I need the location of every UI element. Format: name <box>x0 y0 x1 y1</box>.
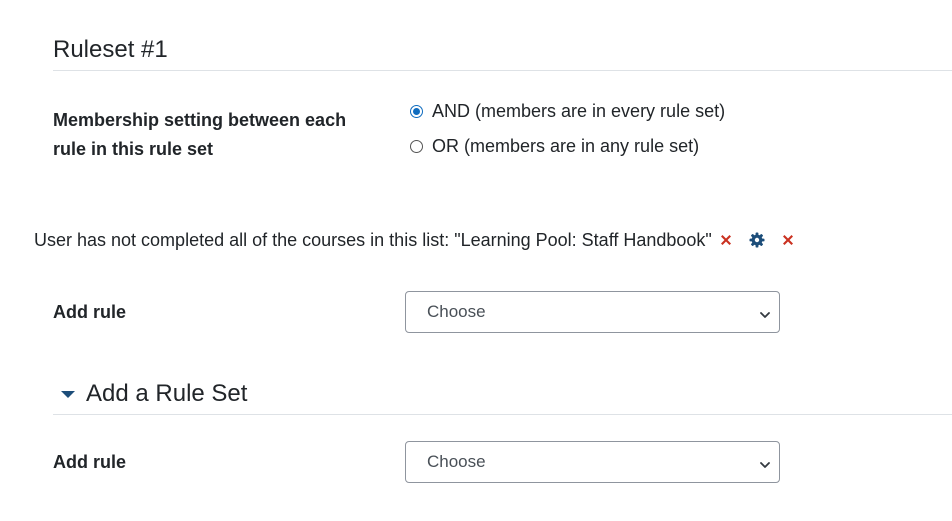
radio-or-label: OR (members are in any rule set) <box>432 135 700 156</box>
add-ruleset-rule-select-value: Choose <box>427 452 486 471</box>
remove-item-icon[interactable] <box>718 232 734 248</box>
radio-and-label: AND (members are in every rule set) <box>432 100 726 121</box>
ruleset-divider <box>53 70 952 71</box>
membership-radio-group: AND (members are in every rule set) OR (… <box>410 98 725 168</box>
add-ruleset-divider <box>53 414 952 415</box>
add-ruleset-title: Add a Rule Set <box>86 380 248 407</box>
chevron-down-icon <box>759 306 771 318</box>
add-rule-select-value: Choose <box>427 302 486 321</box>
delete-rule-icon[interactable] <box>780 232 796 248</box>
add-rule-select[interactable]: Choose <box>405 291 780 333</box>
add-ruleset-toggle[interactable]: Add a Rule Set <box>60 378 247 410</box>
rule-description: User has not completed all of the course… <box>34 230 712 250</box>
chevron-down-icon <box>759 456 771 468</box>
add-ruleset-rule-label: Add rule <box>53 451 127 472</box>
radio-or[interactable] <box>410 139 423 153</box>
rule-item: User has not completed all of the course… <box>34 227 796 253</box>
add-rule-row: Add rule Choose <box>53 291 780 333</box>
radio-and[interactable] <box>410 104 423 118</box>
ruleset-title: Ruleset #1 <box>53 36 168 63</box>
membership-setting-label: Membership setting between each rule in … <box>53 110 347 159</box>
page: Ruleset #1 Membership setting between ea… <box>0 0 952 521</box>
add-ruleset-rule-row: Add rule Choose <box>53 441 780 483</box>
radio-option-and[interactable]: AND (members are in every rule set) <box>410 98 725 124</box>
add-ruleset-rule-select[interactable]: Choose <box>405 441 780 483</box>
add-rule-label: Add rule <box>53 301 127 322</box>
caret-down-icon <box>60 386 76 402</box>
settings-gear-icon[interactable] <box>749 232 765 248</box>
radio-option-or[interactable]: OR (members are in any rule set) <box>410 133 725 159</box>
